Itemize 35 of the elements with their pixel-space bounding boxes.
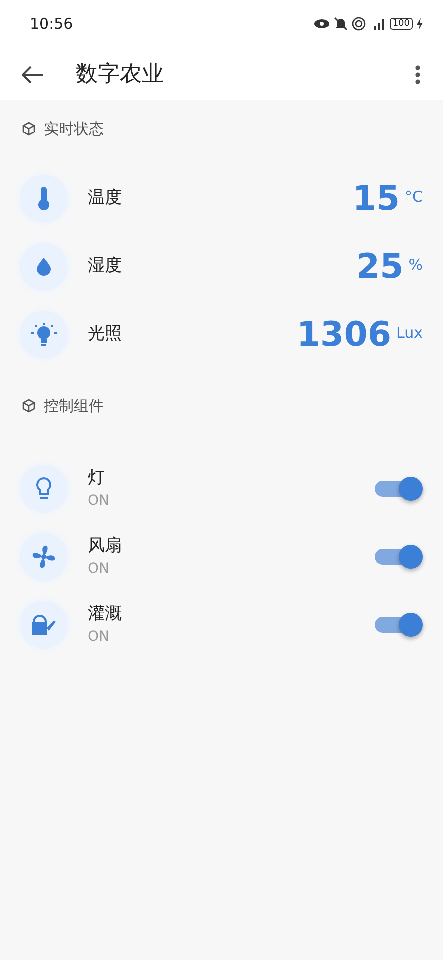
muted-bell-icon bbox=[334, 17, 348, 31]
sensor-name: 湿度 bbox=[88, 254, 123, 278]
control-status: ON bbox=[88, 492, 110, 512]
section-title: 实时状态 bbox=[44, 119, 104, 140]
battery-level: 100 bbox=[390, 18, 413, 30]
lightbulb-icon bbox=[36, 477, 52, 501]
fan-icon bbox=[32, 545, 56, 569]
page-title: 数字农业 bbox=[76, 60, 165, 88]
sensor-value: 25 bbox=[356, 250, 404, 284]
control-name: 风扇 bbox=[88, 534, 123, 558]
sensor-unit: Lux bbox=[396, 323, 423, 344]
control-name: 灌溉 bbox=[88, 602, 123, 626]
section-title: 控制组件 bbox=[44, 396, 104, 416]
control-status: ON bbox=[88, 628, 110, 648]
sensor-value: 15 bbox=[352, 182, 400, 216]
sensor-unit: % bbox=[408, 255, 423, 276]
sensor-name: 光照 bbox=[88, 322, 123, 346]
cube-icon bbox=[22, 122, 36, 136]
control-status: ON bbox=[88, 560, 110, 580]
toggle-switch[interactable] bbox=[375, 478, 423, 500]
cube-icon bbox=[22, 398, 36, 413]
hotspot-icon bbox=[352, 17, 366, 31]
toggle-switch[interactable] bbox=[375, 546, 423, 568]
charging-icon bbox=[417, 18, 423, 30]
sensor-value: 1306 bbox=[296, 318, 392, 352]
lightbulb-icon bbox=[31, 322, 57, 346]
control-name: 灯 bbox=[88, 466, 106, 490]
sensor-name: 温度 bbox=[88, 186, 123, 210]
sensor-unit: °C bbox=[405, 187, 423, 208]
status-time: 10:56 bbox=[30, 14, 74, 35]
eye-icon bbox=[314, 19, 330, 29]
drop-icon bbox=[37, 258, 51, 276]
toggle-switch[interactable] bbox=[375, 614, 423, 636]
thermometer-icon bbox=[38, 186, 50, 210]
watering-can-icon bbox=[31, 614, 57, 636]
